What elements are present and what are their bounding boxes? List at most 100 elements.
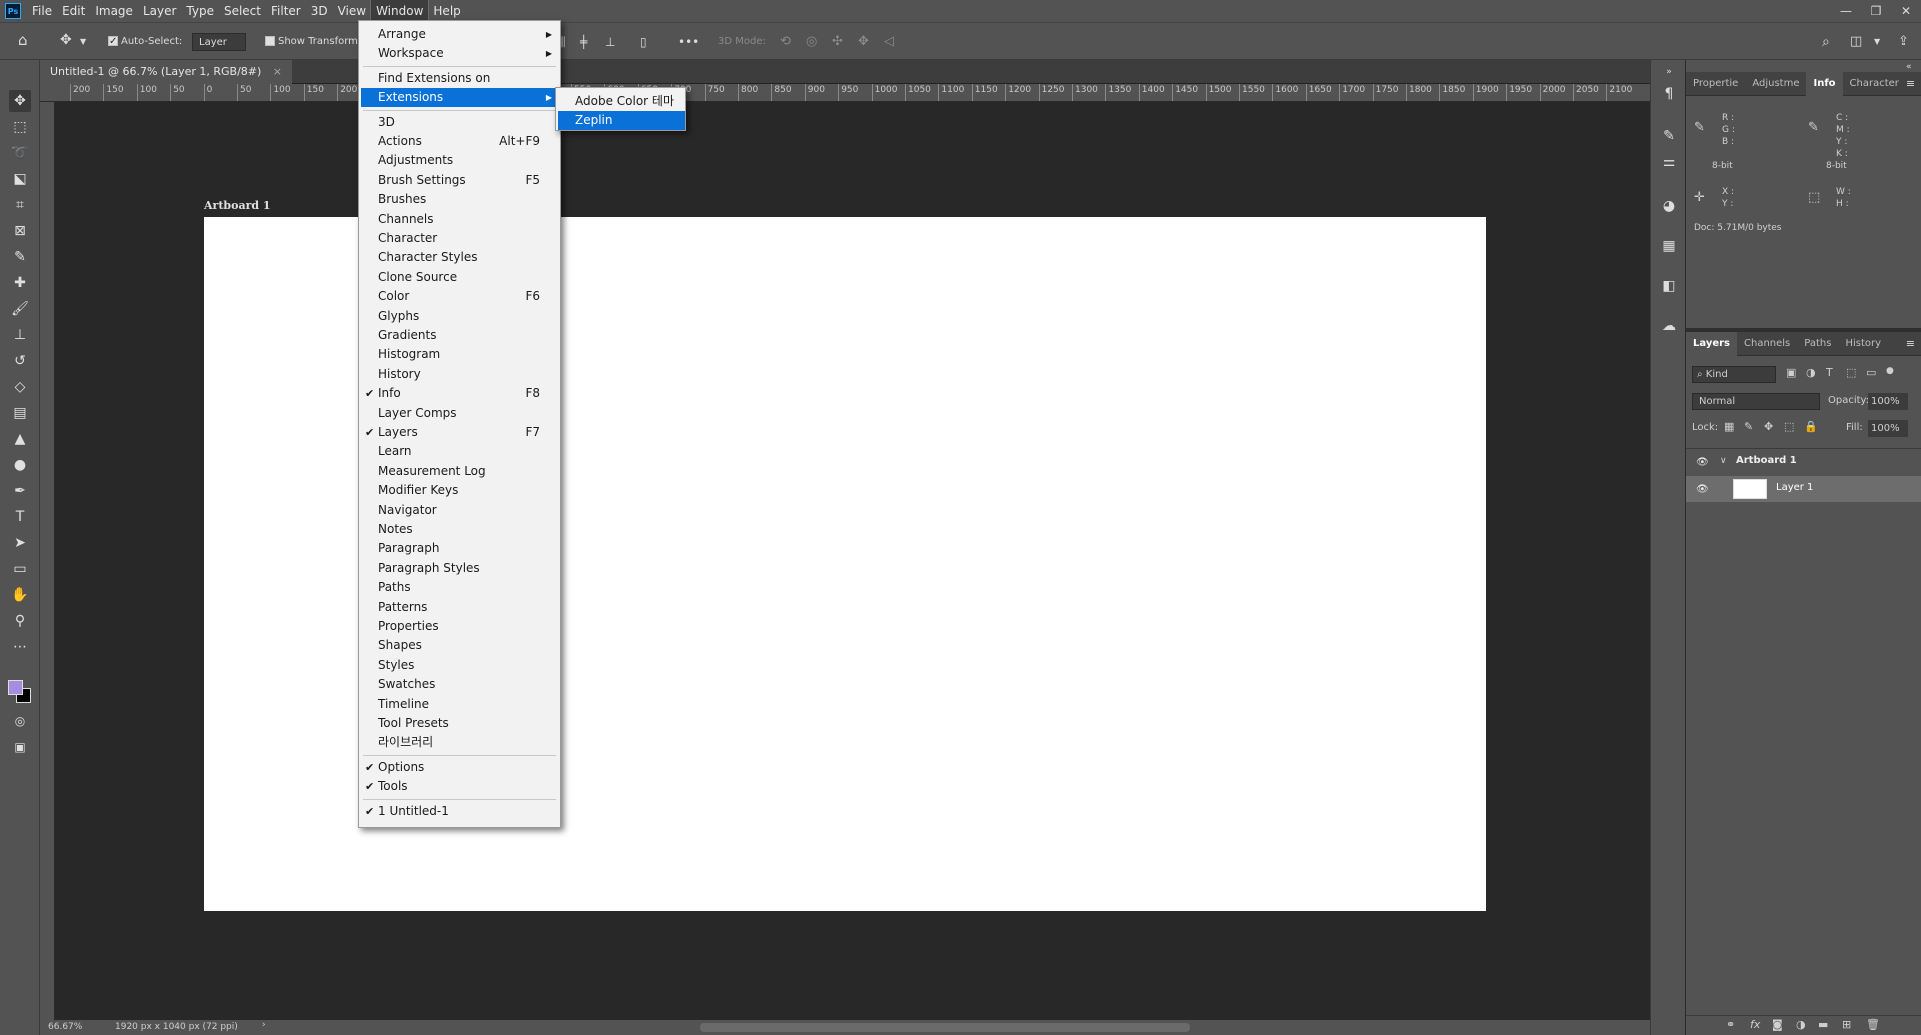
auto-select-dropdown[interactable]: Layer [192, 33, 246, 51]
restore-button[interactable]: ❐ [1861, 0, 1891, 22]
tab-history[interactable]: History [1838, 332, 1888, 356]
menu-item-brush-settings[interactable]: Brush Settings F5 [361, 171, 558, 190]
menu-file[interactable]: File [27, 0, 57, 22]
scale-3d-icon[interactable]: ◁ [884, 33, 894, 51]
hand-tool-icon[interactable]: ✋ [9, 584, 31, 606]
type-tool-icon[interactable]: T [9, 506, 31, 528]
move-tool-preset-icon[interactable]: ✥ [60, 31, 72, 49]
new-layer-icon[interactable]: ⊞ [1842, 1018, 1851, 1031]
minimize-button[interactable]: — [1831, 0, 1861, 22]
menu-3d[interactable]: 3D [306, 0, 333, 22]
menu-item-actions[interactable]: Actions Alt+F9 [361, 132, 558, 151]
quick-mask-icon[interactable]: ◎ [9, 710, 31, 732]
adjustments-panel-icon[interactable]: ⚌ [1659, 152, 1679, 172]
path-selection-tool-icon[interactable]: ➤ [9, 532, 31, 554]
menu-item-layer-comps[interactable]: Layer Comps [361, 404, 558, 423]
zoom-tool-icon[interactable]: ⚲ [9, 610, 31, 632]
move-tool-icon[interactable]: ✥ [9, 90, 31, 112]
gradient-tool-icon[interactable]: ▤ [9, 402, 31, 424]
expand-chevron-icon[interactable]: ∨ [1720, 456, 1727, 466]
tab-channels[interactable]: Channels [1737, 332, 1797, 356]
menu-item-tools[interactable]: ✔ Tools [361, 777, 558, 796]
show-transform-checkbox[interactable]: Show Transform [265, 33, 358, 51]
gradients-panel-icon[interactable]: ◧ [1659, 276, 1679, 296]
menu-item-notes[interactable]: Notes [361, 520, 558, 539]
frame-tool-icon[interactable]: ⊠ [9, 220, 31, 242]
new-adjustment-icon[interactable]: ◑ [1796, 1018, 1806, 1031]
menu-item-info[interactable]: ✔ Info F8 [361, 384, 558, 403]
pan-3d-icon[interactable]: ✣ [832, 33, 843, 51]
menu-item-patterns[interactable]: Patterns [361, 598, 558, 617]
menu-item-glyphs[interactable]: Glyphs [361, 307, 558, 326]
menu-item-workspace[interactable]: Workspace ▶ [361, 44, 558, 63]
filter-adjustment-icon[interactable]: ◑ [1806, 366, 1816, 379]
menu-item-timeline[interactable]: Timeline [361, 695, 558, 714]
menu-item-character[interactable]: Character [361, 229, 558, 248]
lock-position-icon[interactable]: ✥ [1764, 420, 1773, 433]
slide-3d-icon[interactable]: ✥ [858, 33, 869, 51]
menu-item-styles[interactable]: Styles [361, 656, 558, 675]
add-mask-icon[interactable]: ◙ [1772, 1018, 1783, 1031]
horizontal-scroll-thumb[interactable] [700, 1023, 1190, 1032]
menu-item-paragraph-styles[interactable]: Paragraph Styles [361, 559, 558, 578]
eyedropper-tool-icon[interactable]: ✎ [9, 246, 31, 268]
workspace-chevron-icon[interactable]: ▼ [1874, 33, 1880, 51]
opacity-field[interactable]: 100% [1868, 393, 1908, 410]
align-center-icon[interactable]: ╪ [580, 33, 587, 51]
distribute-icon[interactable]: ▯ [640, 33, 647, 51]
new-group-icon[interactable]: ▬ [1818, 1018, 1828, 1031]
menu-item-character-styles[interactable]: Character Styles [361, 248, 558, 267]
menu-item-clone-source[interactable]: Clone Source [361, 268, 558, 287]
collapse-panels-icon[interactable]: « [1906, 62, 1912, 72]
lasso-tool-icon[interactable]: ➰ [9, 142, 31, 164]
menu-item-layers[interactable]: ✔ Layers F7 [361, 423, 558, 442]
layer-name[interactable]: Artboard 1 [1736, 455, 1797, 466]
home-icon[interactable]: ⌂ [18, 31, 28, 49]
orbit-3d-icon[interactable]: ⟲ [780, 33, 791, 51]
lock-artboard-icon[interactable]: ⬚ [1784, 420, 1794, 433]
document-tab[interactable]: Untitled-1 @ 66.7% (Layer 1, RGB/8#) × [40, 60, 293, 84]
menu-item-adobe-color[interactable]: Adobe Color 테마 [558, 92, 685, 111]
menu-item-arrange[interactable]: Arrange ▶ [361, 25, 558, 44]
roll-3d-icon[interactable]: ◎ [806, 33, 817, 51]
visibility-eye-icon[interactable]: 👁 [1696, 484, 1709, 495]
menu-item-3d[interactable]: 3D [361, 113, 558, 132]
menu-item-adjustments[interactable]: Adjustments [361, 151, 558, 170]
menu-item-color[interactable]: Color F6 [361, 287, 558, 306]
artboard-label[interactable]: Artboard 1 [204, 199, 271, 212]
tab-info[interactable]: Info [1806, 71, 1843, 96]
document-info[interactable]: 1920 px x 1040 px (72 ppi) [115, 1022, 238, 1032]
menu-item-histogram[interactable]: Histogram [361, 345, 558, 364]
auto-select-checkbox[interactable]: Auto-Select: [108, 33, 182, 51]
history-brush-tool-icon[interactable]: ↺ [9, 350, 31, 372]
marquee-tool-icon[interactable]: ⬚ [9, 116, 31, 138]
menu-item-swatches[interactable]: Swatches [361, 675, 558, 694]
chevron-down-icon[interactable]: ▼ [80, 33, 86, 51]
menu-image[interactable]: Image [90, 0, 138, 22]
menu-layer[interactable]: Layer [138, 0, 181, 22]
crop-tool-icon[interactable]: ⌗ [9, 194, 31, 216]
layer-filter-kind[interactable]: ⌕ Kind [1692, 366, 1776, 383]
menu-select[interactable]: Select [219, 0, 266, 22]
layer-name[interactable]: Layer 1 [1776, 482, 1813, 493]
pen-tool-icon[interactable]: ✒ [9, 480, 31, 502]
menu-window[interactable]: Window [370, 0, 430, 23]
menu-item-brushes[interactable]: Brushes [361, 190, 558, 209]
color-panel-icon[interactable]: ◕ [1659, 196, 1679, 216]
tab-paths[interactable]: Paths [1797, 332, 1838, 356]
workspace-icon[interactable]: ◫ [1850, 33, 1862, 51]
menu-edit[interactable]: Edit [57, 0, 90, 22]
menu-item-zeplin[interactable]: Zeplin [558, 111, 685, 131]
tab-properties[interactable]: Propertie [1686, 72, 1745, 96]
delete-layer-icon[interactable]: 🗑 [1866, 1018, 1880, 1031]
fill-field[interactable]: 100% [1868, 420, 1908, 437]
menu-item-gradients[interactable]: Gradients [361, 326, 558, 345]
expand-panels-icon[interactable]: » [1659, 62, 1679, 82]
lock-all-icon[interactable]: 🔒 [1804, 420, 1818, 433]
align-bottom-icon[interactable]: ⊥ [605, 33, 615, 51]
screen-mode-icon[interactable]: ▣ [9, 736, 31, 758]
more-options-icon[interactable]: ••• [678, 33, 699, 51]
menu-filter[interactable]: Filter [266, 0, 306, 22]
menu-item-history[interactable]: History [361, 365, 558, 384]
rectangle-tool-icon[interactable]: ▭ [9, 558, 31, 580]
